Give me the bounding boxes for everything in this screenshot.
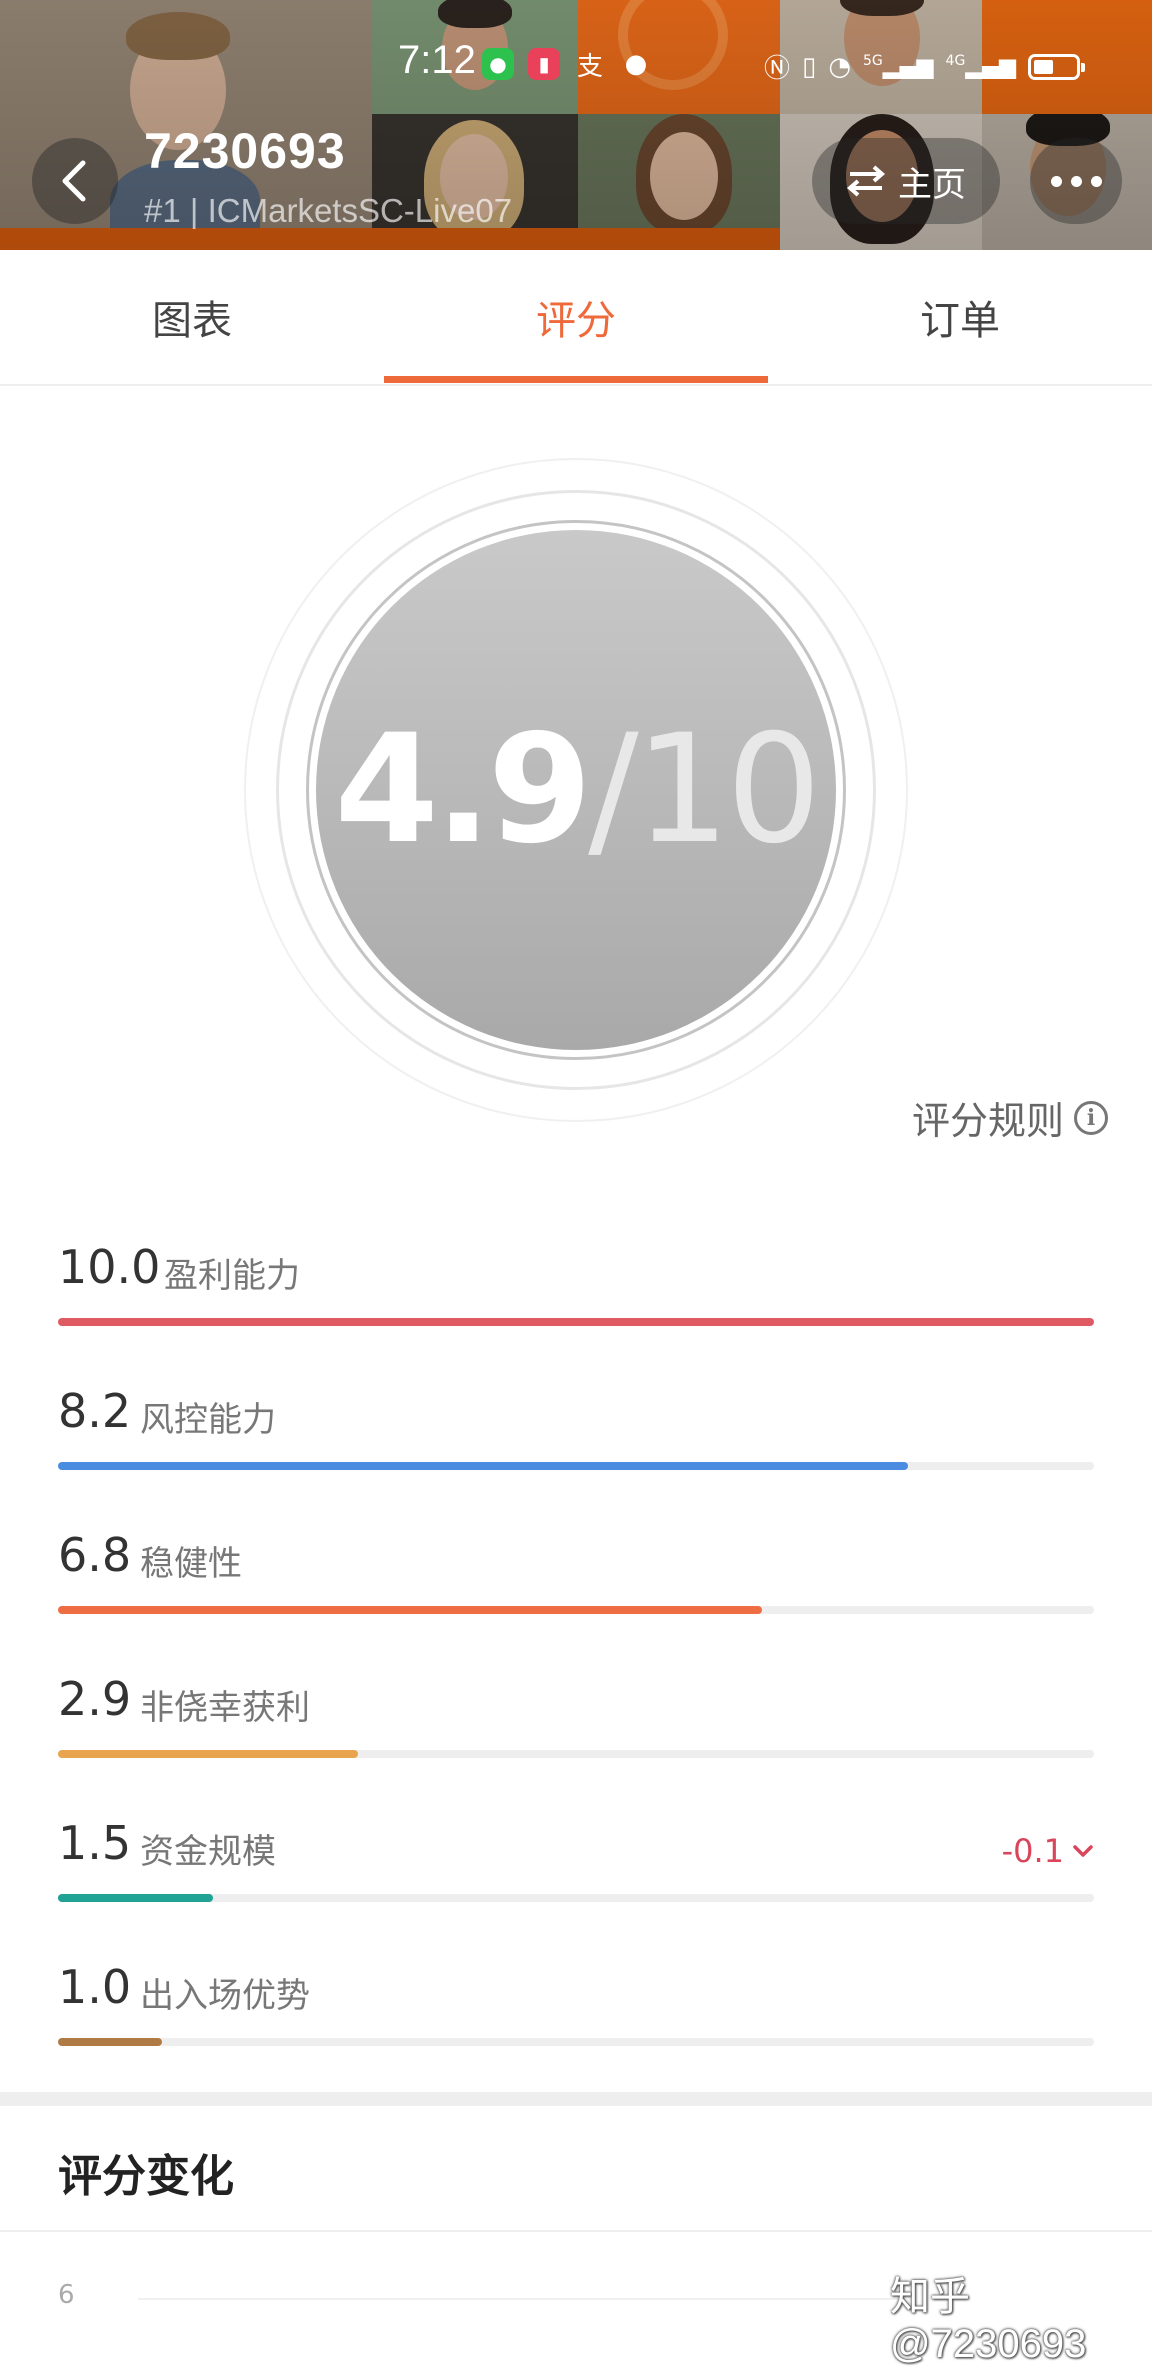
chevron-down-icon bbox=[1073, 1845, 1093, 1857]
chart-axis-tick: 6 bbox=[58, 2280, 75, 2310]
metric-label: 稳健性 bbox=[140, 1544, 242, 1584]
metric-row: 1.0 出入场优势 bbox=[58, 1960, 1094, 2080]
tab-orders[interactable]: 订单 bbox=[768, 250, 1152, 384]
nfc-icon: Ⓝ bbox=[764, 54, 791, 84]
watermark: 知乎 @7230693 bbox=[890, 2275, 1087, 2366]
metric-bar-fill bbox=[58, 2038, 162, 2046]
metric-row: 8.2 风控能力 bbox=[58, 1384, 1094, 1504]
score-change-title: 评分变化 bbox=[58, 2151, 234, 2202]
signal-icon: 5G▂▄▆ bbox=[863, 53, 934, 80]
home-button[interactable]: 主页 bbox=[812, 138, 1000, 224]
score-rules-label: 评分规则 bbox=[911, 1099, 1064, 1143]
metric-delta-value: -0.1 bbox=[1001, 1832, 1064, 1870]
metric-bar-track bbox=[58, 1894, 1094, 1902]
metric-label: 盈利能力 bbox=[164, 1256, 300, 1296]
vibrate-icon: ▯ bbox=[802, 51, 817, 82]
score-total: 10 bbox=[634, 703, 822, 877]
home-button-label: 主页 bbox=[898, 164, 966, 205]
account-id: 7230693 bbox=[144, 123, 346, 179]
chart-grid-line bbox=[138, 2298, 898, 2300]
metric-bar-track bbox=[58, 2038, 1094, 2046]
battery-icon bbox=[1028, 53, 1086, 80]
status-app-icons: ● ▮ 支 ● bbox=[482, 48, 652, 82]
metric-value: 8.2 bbox=[58, 1384, 132, 1438]
score-display: 4.9/10 bbox=[334, 703, 822, 877]
signal-icon-2: 4G▂▄▆ bbox=[945, 53, 1017, 80]
score-rules-link[interactable]: 评分规则 i bbox=[912, 1090, 1108, 1145]
book-app-icon: ▮ bbox=[528, 48, 560, 80]
metric-bar-track bbox=[58, 1606, 1094, 1614]
more-dot-icon bbox=[1070, 175, 1082, 187]
metric-bar-track bbox=[58, 1462, 1094, 1470]
metric-label: 风控能力 bbox=[140, 1400, 276, 1440]
more-options-button[interactable] bbox=[1030, 138, 1122, 224]
info-icon: i bbox=[1074, 1100, 1108, 1135]
metric-bar-track bbox=[58, 1318, 1094, 1326]
network-type-2: 4G bbox=[945, 53, 966, 70]
more-dot-icon bbox=[1050, 175, 1062, 187]
metric-row: 1.5 资金规模 -0.1 bbox=[58, 1816, 1094, 1936]
back-button[interactable] bbox=[32, 138, 118, 224]
metric-bar-fill bbox=[58, 1318, 1094, 1326]
metric-bar-fill bbox=[58, 1462, 908, 1470]
metric-value: 2.9 bbox=[58, 1672, 132, 1726]
metric-row: 10.0 盈利能力 bbox=[58, 1240, 1094, 1360]
score-value: 4.9 bbox=[334, 703, 592, 877]
metric-bar-fill bbox=[58, 1750, 359, 1758]
wechat-icon: ● bbox=[482, 48, 514, 80]
message-icon: ● bbox=[624, 49, 648, 79]
metric-row: 2.9 非侥幸获利 bbox=[58, 1672, 1094, 1792]
status-system-icons: Ⓝ ▯ ◔ 5G▂▄▆ 4G▂▄▆ bbox=[764, 48, 1086, 85]
tab-score[interactable]: 评分 bbox=[384, 250, 768, 384]
metric-value: 6.8 bbox=[58, 1528, 132, 1582]
metric-bar-fill bbox=[58, 1606, 763, 1614]
section-title-divider bbox=[0, 2230, 1152, 2232]
score-separator: / bbox=[588, 703, 639, 877]
metric-label: 资金规模 bbox=[140, 1832, 276, 1872]
switch-arrows-icon bbox=[846, 165, 886, 197]
section-divider bbox=[0, 2092, 1152, 2106]
metric-delta: -0.1 bbox=[1002, 1832, 1094, 1870]
status-time: 7:12 bbox=[398, 38, 476, 82]
tab-chart[interactable]: 图表 bbox=[0, 250, 384, 384]
metric-value: 10.0 bbox=[58, 1240, 161, 1294]
wifi-icon: ◔ bbox=[828, 51, 852, 82]
metric-value: 1.5 bbox=[58, 1816, 132, 1870]
metric-bar-track bbox=[58, 1750, 1094, 1758]
tab-bar: 图表 评分 订单 bbox=[0, 250, 1152, 386]
alipay-icon: 支 bbox=[576, 51, 603, 82]
profile-header: 7:12 ● ▮ 支 ● Ⓝ ▯ ◔ 5G▂▄▆ 4G▂▄▆ 7230693 #… bbox=[0, 0, 1152, 250]
active-tab-indicator bbox=[384, 376, 768, 383]
network-type: 5G bbox=[863, 53, 883, 70]
metric-value: 1.0 bbox=[58, 1960, 132, 2014]
more-dot-icon bbox=[1090, 175, 1102, 187]
score-badge: 4.9/10 bbox=[316, 530, 836, 1050]
chevron-left-icon bbox=[62, 160, 86, 202]
battery-level bbox=[1034, 59, 1054, 74]
metric-row: 6.8 稳健性 bbox=[58, 1528, 1094, 1648]
status-bar: 7:12 ● ▮ 支 ● Ⓝ ▯ ◔ 5G▂▄▆ 4G▂▄▆ bbox=[0, 38, 1152, 98]
metric-label: 非侥幸获利 bbox=[140, 1688, 310, 1728]
metric-label: 出入场优势 bbox=[140, 1976, 310, 2016]
metric-bar-fill bbox=[58, 1894, 214, 1902]
account-subtitle: #1 | ICMarketsSC-Live07 bbox=[144, 192, 513, 229]
